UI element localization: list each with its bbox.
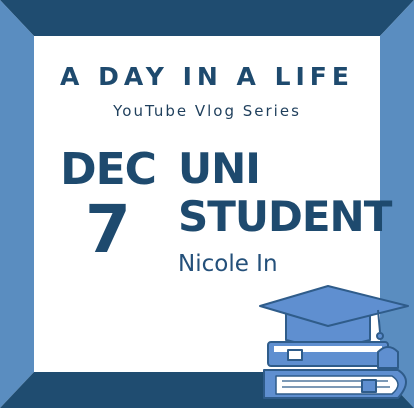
topic-line-2: STUDENT — [178, 192, 392, 241]
frame-top — [0, 0, 414, 36]
date-day: 7 — [85, 191, 131, 268]
graduation-cap-icon — [259, 285, 409, 347]
book-stack-icon — [263, 341, 407, 399]
series-title: A DAY IN A LIFE — [60, 62, 354, 91]
series-subtitle: YouTube Vlog Series — [113, 102, 301, 120]
books-illustration — [259, 285, 409, 399]
date-month: DEC — [60, 144, 157, 195]
author-name: Nicole In — [178, 251, 278, 277]
vlog-cover-card: A DAY IN A LIFE YouTube Vlog Series DEC … — [0, 0, 414, 408]
topic-line-1: UNI — [178, 144, 261, 193]
